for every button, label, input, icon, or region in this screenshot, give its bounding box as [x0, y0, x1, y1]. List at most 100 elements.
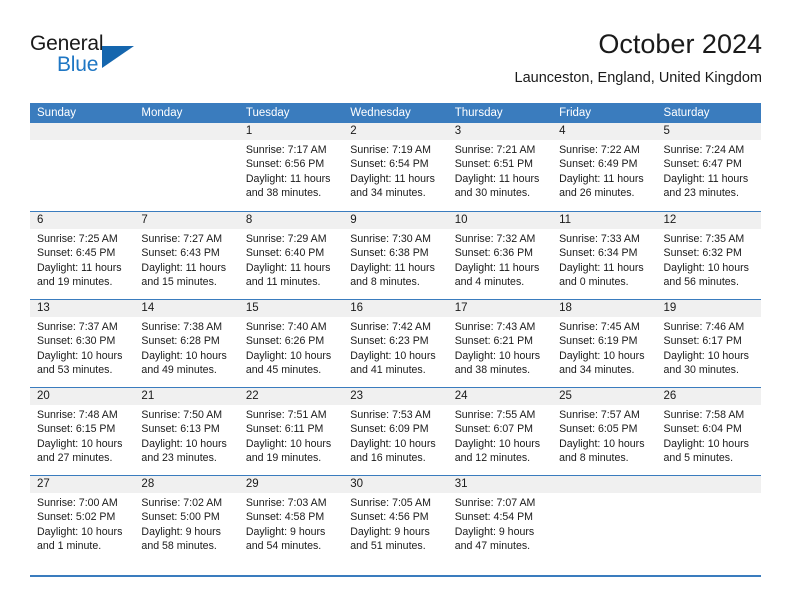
day-number-band: 11 [552, 212, 657, 229]
day-cell[interactable]: 3 Sunrise: 7:21 AM Sunset: 6:51 PM Dayli… [447, 123, 553, 211]
day-number: 27 [37, 478, 50, 490]
daylight-text-line2: and 38 minutes. [454, 363, 531, 376]
sunrise-text: Sunrise: 7:57 AM [559, 409, 640, 421]
sunrise-text: Sunrise: 7:19 AM [350, 144, 431, 156]
day-number: 25 [559, 390, 572, 402]
sunset-text: Sunset: 6:38 PM [350, 247, 429, 260]
daylight-text-line2: and 53 minutes. [37, 363, 113, 376]
day-cell[interactable]: 25 Sunrise: 7:57 AM Sunset: 6:05 PM Dayl… [552, 388, 657, 475]
day-number-band: 4 [552, 123, 657, 140]
day-cell[interactable]: 31 Sunrise: 7:07 AM Sunset: 4:54 PM Dayl… [447, 476, 553, 563]
weekday-header-row: Sunday Monday Tuesday Wednesday Thursday… [30, 103, 761, 123]
day-number-band: 9 [343, 212, 448, 229]
day-cell[interactable]: 16 Sunrise: 7:42 AM Sunset: 6:23 PM Dayl… [343, 300, 448, 387]
day-cell[interactable]: 19 Sunrise: 7:46 AM Sunset: 6:17 PM Dayl… [656, 300, 761, 387]
day-details: Sunrise: 7:07 AM Sunset: 4:54 PM Dayligh… [448, 493, 552, 553]
sunrise-text: Sunrise: 7:22 AM [559, 144, 640, 156]
sunrise-text: Sunrise: 7:51 AM [245, 409, 327, 421]
day-cell[interactable]: 27 Sunrise: 7:00 AM Sunset: 5:02 PM Dayl… [30, 476, 135, 563]
day-cell[interactable]: 2 Sunrise: 7:19 AM Sunset: 6:54 PM Dayli… [343, 123, 448, 211]
day-number-band: 23 [343, 388, 448, 405]
sunrise-text: Sunrise: 7:55 AM [454, 409, 536, 421]
day-cell[interactable]: 10 Sunrise: 7:32 AM Sunset: 6:36 PM Dayl… [447, 212, 553, 299]
sunrise-text: Sunrise: 7:02 AM [141, 497, 223, 509]
daylight-text-line1: Daylight: 9 hours [245, 525, 326, 538]
day-cell[interactable] [134, 123, 239, 211]
day-cell[interactable]: 5 Sunrise: 7:24 AM Sunset: 6:47 PM Dayli… [656, 123, 761, 211]
day-cell[interactable]: 21 Sunrise: 7:50 AM Sunset: 6:13 PM Dayl… [134, 388, 239, 475]
day-cell[interactable] [30, 123, 135, 211]
sunrise-text: Sunrise: 7:27 AM [141, 233, 223, 245]
daylight-text-line1: Daylight: 10 hours [350, 349, 436, 362]
daylight-text-line1: Daylight: 10 hours [37, 437, 123, 450]
day-cell[interactable]: 22 Sunrise: 7:51 AM Sunset: 6:11 PM Dayl… [238, 388, 344, 475]
day-cell[interactable]: 4 Sunrise: 7:22 AM Sunset: 6:49 PM Dayli… [552, 123, 657, 211]
sunrise-text: Sunrise: 7:45 AM [559, 321, 640, 333]
day-cell[interactable]: 6 Sunrise: 7:25 AM Sunset: 6:45 PM Dayli… [30, 212, 135, 299]
day-number-band: 26 [656, 388, 761, 405]
day-details: Sunrise: 7:22 AM Sunset: 6:49 PM Dayligh… [552, 140, 656, 200]
day-details: Sunrise: 7:35 AM Sunset: 6:32 PM Dayligh… [657, 229, 761, 289]
day-cell[interactable]: 1 Sunrise: 7:17 AM Sunset: 6:56 PM Dayli… [238, 123, 344, 211]
daylight-text-line2: and 27 minutes. [37, 451, 113, 464]
day-details: Sunrise: 7:40 AM Sunset: 6:26 PM Dayligh… [239, 317, 343, 377]
daylight-text-line2: and 1 minute. [37, 539, 102, 552]
day-cell[interactable]: 8 Sunrise: 7:29 AM Sunset: 6:40 PM Dayli… [238, 212, 344, 299]
day-cell[interactable]: 23 Sunrise: 7:53 AM Sunset: 6:09 PM Dayl… [343, 388, 448, 475]
daylight-text-line1: Daylight: 10 hours [350, 437, 436, 450]
daylight-text-line1: Daylight: 9 hours [454, 525, 535, 538]
day-details: Sunrise: 7:33 AM Sunset: 6:34 PM Dayligh… [552, 229, 656, 289]
day-details: Sunrise: 7:57 AM Sunset: 6:05 PM Dayligh… [552, 405, 656, 465]
day-cell[interactable]: 29 Sunrise: 7:03 AM Sunset: 4:58 PM Dayl… [238, 476, 344, 563]
day-number-band: 22 [238, 388, 344, 405]
sunset-text: Sunset: 6:56 PM [245, 158, 325, 171]
daylight-text-line1: Daylight: 10 hours [559, 349, 645, 362]
day-cell[interactable]: 12 Sunrise: 7:35 AM Sunset: 6:32 PM Dayl… [656, 212, 761, 299]
day-cell[interactable]: 11 Sunrise: 7:33 AM Sunset: 6:34 PM Dayl… [552, 212, 657, 299]
week-row: 27 Sunrise: 7:00 AM Sunset: 5:02 PM Dayl… [30, 475, 761, 563]
day-cell[interactable]: 18 Sunrise: 7:45 AM Sunset: 6:19 PM Dayl… [552, 300, 657, 387]
day-details: Sunrise: 7:05 AM Sunset: 4:56 PM Dayligh… [343, 493, 447, 553]
day-number-band: 15 [238, 300, 344, 317]
sunset-text: Sunset: 6:19 PM [559, 335, 638, 348]
page-title: October 2024 [598, 29, 762, 59]
week-row: 6 Sunrise: 7:25 AM Sunset: 6:45 PM Dayli… [30, 211, 761, 299]
daylight-text-line1: Daylight: 10 hours [454, 349, 541, 362]
day-cell[interactable]: 28 Sunrise: 7:02 AM Sunset: 5:00 PM Dayl… [134, 476, 239, 563]
sunset-text: Sunset: 6:36 PM [454, 247, 534, 260]
sunset-text: Sunset: 6:51 PM [454, 158, 534, 171]
day-cell[interactable]: 9 Sunrise: 7:30 AM Sunset: 6:38 PM Dayli… [343, 212, 448, 299]
sunrise-text: Sunrise: 7:58 AM [663, 409, 745, 421]
day-details [30, 140, 134, 143]
sunrise-text: Sunrise: 7:32 AM [454, 233, 536, 245]
daylight-text-line2: and 30 minutes. [663, 363, 739, 376]
day-cell[interactable]: 7 Sunrise: 7:27 AM Sunset: 6:43 PM Dayli… [134, 212, 239, 299]
day-cell[interactable]: 26 Sunrise: 7:58 AM Sunset: 6:04 PM Dayl… [656, 388, 761, 475]
daylight-text-line1: Daylight: 11 hours [350, 172, 435, 185]
day-cell[interactable]: 13 Sunrise: 7:37 AM Sunset: 6:30 PM Dayl… [30, 300, 135, 387]
day-number: 15 [245, 302, 259, 314]
day-cell[interactable] [552, 476, 657, 563]
day-number: 31 [454, 478, 468, 490]
day-details [657, 493, 761, 496]
sunset-text: Sunset: 6:47 PM [663, 158, 742, 171]
sunrise-text: Sunrise: 7:07 AM [454, 497, 536, 509]
day-cell[interactable]: 30 Sunrise: 7:05 AM Sunset: 4:56 PM Dayl… [343, 476, 448, 563]
day-number-band: 6 [30, 212, 135, 229]
day-cell[interactable]: 20 Sunrise: 7:48 AM Sunset: 6:15 PM Dayl… [30, 388, 135, 475]
day-cell[interactable]: 15 Sunrise: 7:40 AM Sunset: 6:26 PM Dayl… [238, 300, 344, 387]
day-cell[interactable] [656, 476, 761, 563]
daylight-text-line1: Daylight: 10 hours [37, 525, 123, 538]
day-cell[interactable]: 24 Sunrise: 7:55 AM Sunset: 6:07 PM Dayl… [447, 388, 553, 475]
daylight-text-line1: Daylight: 10 hours [141, 437, 227, 450]
logo-triangle-icon [102, 46, 134, 68]
day-cell[interactable]: 17 Sunrise: 7:43 AM Sunset: 6:21 PM Dayl… [447, 300, 553, 387]
day-number: 30 [350, 478, 364, 490]
day-cell[interactable]: 14 Sunrise: 7:38 AM Sunset: 6:28 PM Dayl… [134, 300, 239, 387]
sunrise-text: Sunrise: 7:30 AM [350, 233, 431, 245]
daylight-text-line2: and 47 minutes. [454, 539, 531, 552]
daylight-text-line2: and 15 minutes. [141, 275, 217, 288]
day-number: 16 [350, 302, 364, 314]
daylight-text-line1: Daylight: 11 hours [350, 261, 435, 274]
sunrise-text: Sunrise: 7:17 AM [245, 144, 327, 156]
